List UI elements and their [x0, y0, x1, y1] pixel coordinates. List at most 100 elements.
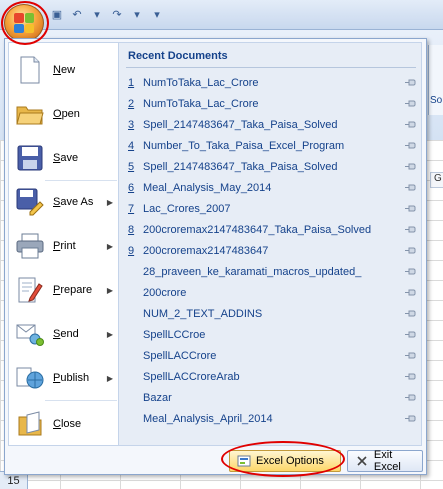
pin-icon[interactable]: [404, 141, 416, 150]
recent-document-number: 9: [128, 245, 135, 257]
recent-document-name: 200crore: [143, 287, 187, 299]
recent-document-item[interactable]: SpellLCCroe: [128, 325, 416, 345]
recent-documents-panel: Recent Documents 1 NumToTaka_Lac_Crore 2 Nu…: [119, 42, 422, 446]
recent-document-name: 200croremax2147483647: [143, 245, 269, 257]
menu-item-label: Publish: [53, 372, 90, 384]
menu-item-prepare[interactable]: Prepare ▶: [9, 269, 119, 311]
menu-item-publish[interactable]: Publish ▶: [9, 357, 119, 399]
recent-document-name: NumToTaka_Lac_Crore: [143, 77, 259, 89]
menu-item-label: New: [53, 64, 76, 76]
pin-icon[interactable]: [404, 309, 416, 318]
options-icon: [236, 453, 252, 469]
office-button[interactable]: [4, 4, 44, 42]
recent-document-name: SpellLACCroreArab: [143, 371, 240, 383]
pin-icon[interactable]: [404, 78, 416, 87]
recent-document-number: 5: [128, 161, 135, 173]
menu-item-label: Print: [53, 240, 76, 252]
recent-document-item[interactable]: 7 Lac_Crores_2007: [128, 199, 416, 219]
pin-icon[interactable]: [404, 204, 416, 213]
menu-item-close[interactable]: Close: [9, 403, 119, 445]
undo-dropdown-icon[interactable]: ▾: [88, 6, 106, 22]
recent-document-name: NUM_2_TEXT_ADDINS: [143, 308, 263, 320]
recent-document-item[interactable]: 8 200croremax2147483647_Taka_Paisa_Solved: [128, 220, 416, 240]
save-icon[interactable]: ▣: [48, 6, 66, 22]
redo-icon[interactable]: ↷: [108, 6, 126, 22]
exit-excel-button[interactable]: Exit Excel: [347, 449, 423, 473]
submenu-arrow-icon: ▶: [106, 373, 113, 383]
save-disk-icon: [15, 143, 45, 173]
pin-icon[interactable]: [404, 330, 416, 339]
menu-footer: Excel Options Exit Excel: [8, 447, 423, 473]
recent-document-item[interactable]: 3 Spell_2147483647_Taka_Paisa_Solved: [128, 115, 416, 135]
quick-access-toolbar: ▣ ↶ ▾ ↷ ▾ ▾: [48, 6, 166, 24]
recent-document-item[interactable]: NUM_2_TEXT_ADDINS: [128, 304, 416, 324]
undo-icon[interactable]: ↶: [68, 6, 86, 22]
recent-document-name: 200croremax2147483647_Taka_Paisa_Solved: [143, 224, 372, 236]
menu-item-send[interactable]: Send ▶: [9, 313, 119, 355]
pin-icon[interactable]: [404, 120, 416, 129]
submenu-arrow-icon: ▶: [106, 285, 113, 295]
recent-document-item[interactable]: 1 NumToTaka_Lac_Crore: [128, 73, 416, 93]
pin-icon[interactable]: [404, 99, 416, 108]
recent-document-item[interactable]: Bazar: [128, 388, 416, 408]
recent-document-item[interactable]: SpellLACCrore: [128, 346, 416, 366]
send-icon: [15, 319, 45, 349]
recent-document-item[interactable]: 2 NumToTaka_Lac_Crore: [128, 94, 416, 114]
customize-qat-icon[interactable]: ▾: [148, 6, 166, 22]
recent-document-item[interactable]: 200crore: [128, 283, 416, 303]
recent-document-number: 3: [128, 119, 135, 131]
exit-icon: [354, 453, 370, 469]
recent-document-item[interactable]: SpellLACCroreArab: [128, 367, 416, 387]
menu-item-label: Close: [53, 418, 82, 430]
save-as-icon: [15, 187, 45, 217]
close-folder-icon: [15, 409, 45, 439]
menu-item-save-as[interactable]: Save As ▶: [9, 181, 119, 223]
pin-icon[interactable]: [404, 288, 416, 297]
menu-item-save[interactable]: Save: [9, 137, 119, 179]
publish-icon: [15, 363, 45, 393]
pin-icon[interactable]: [404, 267, 416, 276]
recent-document-name: Meal_Analysis_May_2014: [143, 182, 272, 194]
recent-document-item[interactable]: 6 Meal_Analysis_May_2014: [128, 178, 416, 198]
pin-icon[interactable]: [404, 246, 416, 255]
menu-item-label: Prepare: [53, 284, 93, 296]
recent-document-item[interactable]: 9 200croremax2147483647: [128, 241, 416, 261]
recent-document-name: Meal_Analysis_April_2014: [143, 413, 273, 425]
redo-dropdown-icon[interactable]: ▾: [128, 6, 146, 22]
pin-icon[interactable]: [404, 183, 416, 192]
pin-icon[interactable]: [404, 393, 416, 402]
office-menu: New Open Save Save As ▶ Print ▶ Prepare ▶ Send ▶ Pu…: [4, 38, 427, 475]
recent-document-number: 4: [128, 140, 135, 152]
recent-document-name: SpellLACCrore: [143, 350, 217, 362]
menu-item-print[interactable]: Print ▶: [9, 225, 119, 267]
recent-documents-title: Recent Documents: [128, 50, 228, 62]
menu-item-label: Open: [53, 108, 80, 120]
recent-document-number: 8: [128, 224, 135, 236]
office-logo-icon: [14, 13, 34, 33]
excel-options-button[interactable]: Excel Options: [229, 450, 341, 472]
recent-document-item[interactable]: 4 Number_To_Taka_Paisa_Excel_Program: [128, 136, 416, 156]
recent-document-number: 1: [128, 77, 135, 89]
printer-icon: [15, 231, 45, 261]
pin-icon[interactable]: [404, 414, 416, 423]
column-header-partial[interactable]: G: [430, 172, 443, 188]
recent-document-name: NumToTaka_Lac_Crore: [143, 98, 259, 110]
pin-icon[interactable]: [404, 162, 416, 171]
ribbon-partial-label: So: [430, 95, 443, 106]
recent-document-number: 6: [128, 182, 135, 194]
submenu-arrow-icon: ▶: [106, 197, 113, 207]
submenu-arrow-icon: ▶: [106, 329, 113, 339]
pin-icon[interactable]: [404, 351, 416, 360]
recent-document-name: Spell_2147483647_Taka_Paisa_Solved: [143, 161, 338, 173]
recent-document-item[interactable]: Meal_Analysis_April_2014: [128, 409, 416, 429]
command-separator: [45, 400, 117, 401]
recent-document-item[interactable]: 5 Spell_2147483647_Taka_Paisa_Solved: [128, 157, 416, 177]
pin-icon[interactable]: [404, 225, 416, 234]
excel-options-label: Excel Options: [256, 455, 324, 467]
menu-item-open[interactable]: Open: [9, 93, 119, 135]
recent-document-name: Number_To_Taka_Paisa_Excel_Program: [143, 140, 345, 152]
menu-item-new[interactable]: New: [9, 49, 119, 91]
submenu-arrow-icon: ▶: [106, 241, 113, 251]
recent-document-item[interactable]: 28_praveen_ke_karamati_macros_updated_: [128, 262, 416, 282]
pin-icon[interactable]: [404, 372, 416, 381]
